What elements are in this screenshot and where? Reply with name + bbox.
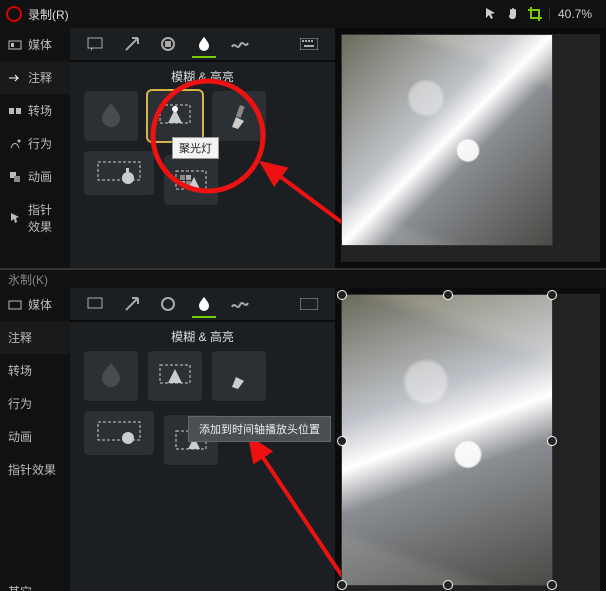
tab-arrow-icon[interactable] (120, 292, 144, 316)
sidebar-item-label: 行为 (8, 395, 32, 412)
sidebar-item-behavior[interactable]: 行为 (0, 127, 70, 160)
sidebar-item-label: 动画 (8, 428, 32, 445)
media-icon (8, 38, 22, 52)
sidebar-item-pointer[interactable]: 指针效果 (0, 193, 70, 243)
transition-icon (8, 104, 22, 118)
tile-interactive-hotspot[interactable] (84, 151, 154, 195)
preview-image-1 (341, 34, 553, 246)
tile-spotlight[interactable] (148, 351, 202, 401)
sidebar-item-annotate[interactable]: 注释 (0, 321, 70, 354)
tab-sketch-icon[interactable] (228, 32, 252, 56)
section-title: 模糊 & 高亮 (70, 62, 335, 91)
tab-keyboard-icon[interactable] (297, 292, 321, 316)
sidebar-item-transition[interactable]: 转场 (0, 94, 70, 127)
tab-arrow-icon[interactable] (120, 32, 144, 56)
annotate-icon (8, 71, 22, 85)
tab-blur-icon[interactable] (192, 32, 216, 58)
tile-spotlight[interactable]: 聚光灯 (148, 91, 202, 141)
record-menu[interactable]: 录制(R) (28, 6, 69, 23)
sidebar-item-label: 媒体 (28, 296, 52, 313)
sidebar-item-label: 行为 (28, 135, 52, 152)
resize-handle[interactable] (547, 436, 557, 446)
tooltip-add-to-timeline[interactable]: 添加到时间轴播放头位置 (188, 416, 331, 442)
sidebar-item-media[interactable]: 媒体 (0, 288, 70, 321)
tile-interactive-hotspot[interactable] (84, 411, 154, 455)
sidebar-item-label: 媒体 (28, 36, 52, 53)
resize-handle[interactable] (443, 580, 453, 590)
effects-tab-row-2 (70, 288, 335, 322)
effects-panel-1: 模糊 & 高亮 聚光灯 (70, 28, 335, 268)
tab-keyboard-icon[interactable] (297, 32, 321, 56)
tile-blur[interactable] (84, 91, 138, 141)
preview-canvas-1[interactable] (341, 34, 600, 262)
behavior-icon (8, 137, 22, 151)
preview-image-2 (341, 294, 553, 586)
resize-handle[interactable] (337, 290, 347, 300)
left-sidebar-1: 媒体 注释 转场 行为 动画 指针效果 (0, 28, 70, 268)
sidebar-item-label: 指针效果 (8, 461, 56, 478)
sidebar-item-animation[interactable]: 动画 (0, 420, 70, 453)
tab-callout-icon[interactable] (84, 32, 108, 56)
resize-handle[interactable] (547, 580, 557, 590)
hand-icon[interactable] (505, 6, 521, 22)
tab-shape-icon[interactable] (156, 292, 180, 316)
tile-highlight-pen[interactable] (212, 91, 266, 141)
section-title-2: 模糊 & 高亮 (70, 322, 335, 351)
sidebar-item-label: 动画 (28, 168, 52, 185)
resize-handle[interactable] (337, 436, 347, 446)
sidebar-item-other[interactable]: 其它 (0, 575, 70, 591)
titlebar-1: 录制(R) 40.7% (0, 0, 606, 28)
media-icon (8, 298, 22, 312)
resize-handle[interactable] (337, 580, 347, 590)
sidebar-item-label: 注释 (8, 329, 32, 346)
sidebar-item-label: 转场 (28, 102, 52, 119)
sidebar-item-media[interactable]: 媒体 (0, 28, 70, 61)
cursor-icon[interactable] (483, 6, 499, 22)
tab-callout-icon[interactable] (84, 292, 108, 316)
crumb-2: 氷制(K) (0, 270, 606, 288)
sidebar-item-annotate[interactable]: 注释 (0, 61, 70, 94)
crop-icon[interactable] (527, 6, 543, 22)
resize-handle[interactable] (443, 290, 453, 300)
sidebar-item-behavior[interactable]: 行为 (0, 387, 70, 420)
tab-sketch-icon[interactable] (228, 292, 252, 316)
tab-blur-icon[interactable] (192, 292, 216, 318)
sidebar-item-label: 注释 (28, 69, 52, 86)
pointer-icon (8, 211, 22, 225)
tile-pixelate[interactable] (164, 155, 218, 205)
sidebar-item-label: 其它 (8, 583, 32, 591)
tooltip-spotlight: 聚光灯 (172, 137, 219, 159)
effects-grid-2 (70, 351, 335, 465)
canvas-tools-1: 40.7% (483, 6, 600, 22)
sidebar-item-pointer[interactable]: 指针效果 (0, 453, 70, 486)
tab-shape-icon[interactable] (156, 32, 180, 56)
sidebar-item-animation[interactable]: 动画 (0, 160, 70, 193)
effects-tab-row (70, 28, 335, 62)
effects-grid-1: 聚光灯 (70, 91, 335, 205)
record-icon (6, 6, 22, 22)
zoom-level[interactable]: 40.7% (549, 7, 600, 21)
crumb-label: 氷制(K) (8, 271, 48, 288)
sidebar-item-label: 转场 (8, 362, 32, 379)
preview-canvas-2[interactable] (341, 294, 600, 591)
resize-handle[interactable] (547, 290, 557, 300)
left-sidebar-2: 媒体 注释 转场 行为 动画 指针效果 其它 (0, 288, 70, 591)
tile-blur[interactable] (84, 351, 138, 401)
tile-highlight-pen[interactable] (212, 351, 266, 401)
sidebar-item-label: 指针效果 (28, 201, 62, 235)
sidebar-item-transition[interactable]: 转场 (0, 354, 70, 387)
effects-panel-2: 模糊 & 高亮 添加到时间轴播放头位置 (70, 288, 335, 591)
animation-icon (8, 170, 22, 184)
